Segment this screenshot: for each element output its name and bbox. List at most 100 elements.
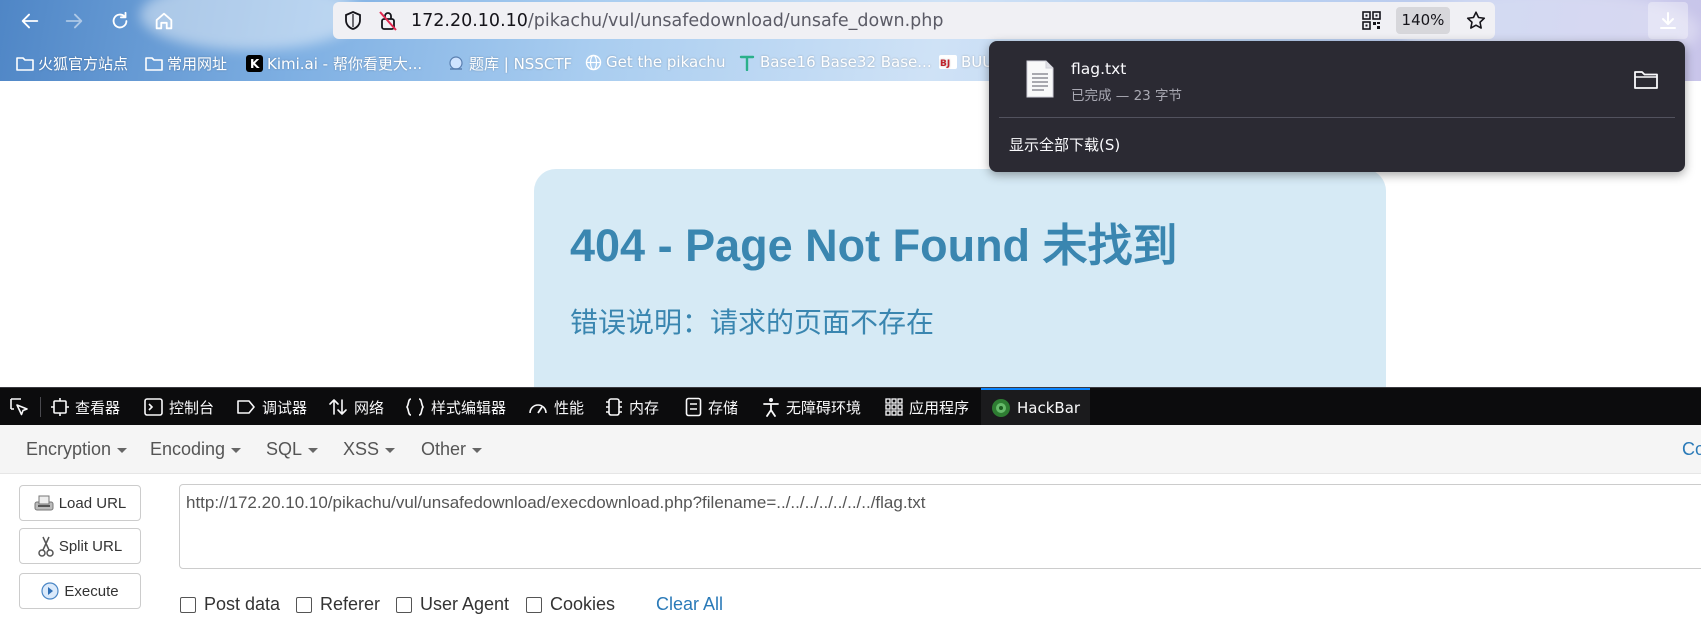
downloads-button[interactable] [1648,2,1688,39]
shield-icon[interactable] [343,10,363,31]
url-textarea[interactable]: http://172.20.10.10/pikachu/vul/unsafedo… [179,484,1701,569]
bookmark-label: 题库 | NSSCTF [469,55,573,73]
show-all-downloads-button[interactable]: 显示全部下载(S) [1009,134,1120,155]
load-url-button[interactable]: Load URL [19,485,141,521]
nssctf-icon [447,56,465,72]
zoom-level-button[interactable]: 140% [1396,7,1450,34]
checkbox-box[interactable] [296,596,312,613]
tab-label: 性能 [554,398,585,417]
tab-label: 样式编辑器 [431,398,507,417]
caret-down-icon [308,447,319,453]
download-file-name: flag.txt [1071,60,1127,78]
open-folder-icon[interactable] [1633,69,1659,91]
globe-icon [584,54,602,70]
tab-label: 应用程序 [909,398,970,417]
menu-label: Encryption [26,439,112,459]
referer-checkbox[interactable]: Referer [296,594,380,615]
tab-label: 网络 [354,398,385,417]
folder-icon [145,56,163,72]
user-agent-checkbox[interactable]: User Agent [396,594,509,615]
bookmark-label: 常用网址 [167,55,228,73]
devtools-tab-bar: 查看器 控制台 调试器 网络 样式编辑器 性能 内存 存储 无障碍环境 应用程序… [0,387,1701,426]
forward-button[interactable] [59,6,89,36]
menu-other[interactable]: Other [421,439,483,460]
reload-button[interactable] [105,6,135,36]
tab-console[interactable]: 控制台 [144,388,214,426]
split-url-button[interactable]: Split URL [19,528,141,564]
menu-encoding[interactable]: Encoding [150,439,242,460]
caret-down-icon [472,447,483,453]
back-button[interactable] [15,6,45,36]
home-button[interactable] [149,6,179,36]
menu-contribute-link[interactable]: Co [1682,439,1701,460]
tab-hackbar[interactable]: HackBar [981,388,1091,426]
clear-all-link[interactable]: Clear All [656,594,723,615]
bookmark-folder-firefox[interactable]: 火狐官方站点 [16,53,128,74]
inspector-icon [51,398,69,416]
menu-encryption[interactable]: Encryption [26,439,128,460]
tab-performance[interactable]: 性能 [528,388,584,426]
menu-label: SQL [266,439,303,459]
tab-debugger[interactable]: 调试器 [236,388,307,426]
tab-label: 存储 [708,398,739,417]
bookmark-pikachu[interactable]: Get the pikachu [584,53,725,71]
t-icon [738,54,756,71]
qr-code-icon[interactable] [1362,11,1381,30]
reload-icon [112,11,128,29]
debugger-icon [237,400,255,414]
element-picker-icon [10,398,28,416]
bookmark-nssctf[interactable]: 题库 | NSSCTF [447,53,572,74]
download-icon [1660,11,1676,29]
url-text[interactable]: 172.20.10.10/pikachu/vul/unsafedownload/… [411,11,944,31]
button-label: Load URL [58,494,127,512]
execute-button[interactable]: Execute [19,573,141,609]
tab-application[interactable]: 应用程序 [885,388,969,426]
tab-label: 查看器 [75,398,121,417]
address-bar[interactable]: 172.20.10.10/pikachu/vul/unsafedownload/… [333,2,1495,39]
insecure-lock-icon[interactable] [378,10,398,31]
devtools-panel: 查看器 控制台 调试器 网络 样式编辑器 性能 内存 存储 无障碍环境 应用程序… [0,387,1701,634]
checkbox-box[interactable] [180,596,196,613]
cookies-checkbox[interactable]: Cookies [526,594,615,615]
menu-sql[interactable]: SQL [266,439,319,460]
page-title: 404 - Page Not Found 未找到 [570,220,1178,271]
tab-storage[interactable]: 存储 [685,388,738,426]
arrow-right-icon [65,13,83,29]
divider [40,397,41,417]
checkbox-box[interactable] [396,596,412,613]
bookmark-base[interactable]: Base16 Base32 Base... [738,53,932,71]
error-card: 404 - Page Not Found 未找到 错误说明：请求的页面不存在 [534,169,1386,387]
storage-icon [685,397,702,417]
tab-label: 无障碍环境 [786,398,862,417]
bookmark-folder-common[interactable]: 常用网址 [145,53,227,74]
menu-label: XSS [343,439,380,459]
tab-accessibility[interactable]: 无障碍环境 [762,388,861,426]
performance-icon [529,404,547,414]
post-data-checkbox[interactable]: Post data [180,594,280,615]
download-item[interactable]: flag.txt 已完成 — 23 字节 [1005,55,1669,107]
tab-inspector[interactable]: 查看器 [51,388,120,426]
play-icon [41,582,59,600]
tab-label: 调试器 [262,398,308,417]
divider [999,117,1675,118]
bookmark-kimi[interactable]: K Kimi.ai - 帮你看更大... [245,53,422,74]
tab-style-editor[interactable]: 样式编辑器 [405,388,506,426]
tab-memory[interactable]: 内存 [605,388,659,426]
accessibility-icon [763,398,779,417]
element-picker-button[interactable] [8,388,36,426]
tab-network[interactable]: 网络 [328,388,384,426]
bookmark-star-icon[interactable] [1465,10,1487,31]
caret-down-icon [231,447,242,453]
checkbox-label: User Agent [420,594,510,614]
download-status: 已完成 — 23 字节 [1071,88,1183,104]
bookmark-label: Base16 Base32 Base... [760,53,932,71]
style-editor-icon [406,398,424,416]
scissors-icon [38,536,54,557]
arrow-left-icon [21,13,39,29]
bookmark-buu[interactable]: BJ BUU [939,53,993,71]
hackbar-icon [992,399,1010,417]
checkbox-box[interactable] [526,596,542,613]
caret-down-icon [385,447,396,453]
menu-xss[interactable]: XSS [343,439,396,460]
application-icon [885,398,903,416]
